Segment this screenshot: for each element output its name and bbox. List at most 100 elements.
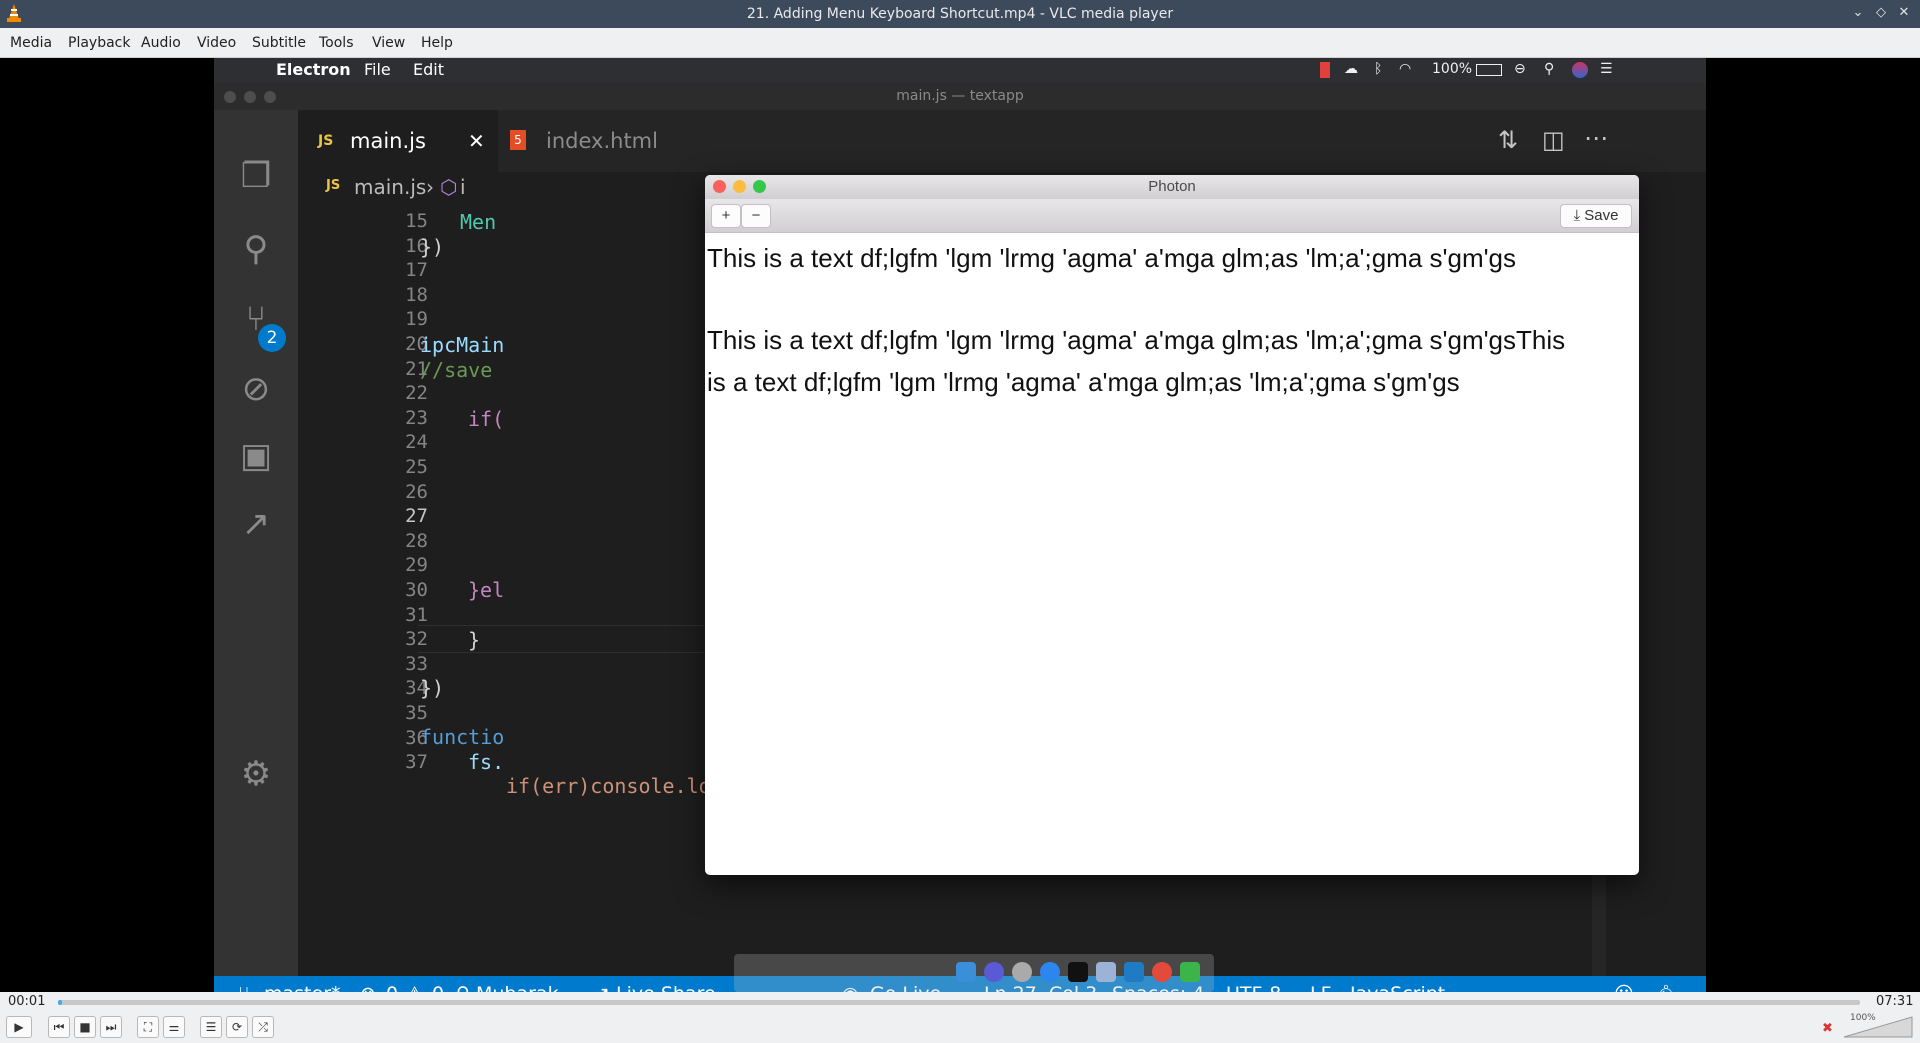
warning-count[interactable]: 0 [432, 983, 444, 992]
play-button[interactable]: ▶ [6, 1016, 32, 1038]
live-share-button[interactable]: Live Share [616, 983, 716, 992]
seek-slider[interactable] [58, 1000, 1860, 1005]
line-number: 24 [405, 431, 428, 454]
menu-audio[interactable]: Audio [141, 35, 181, 51]
stop-button[interactable]: ■ [74, 1016, 96, 1038]
menu-media[interactable]: Media [10, 35, 52, 51]
gear-icon[interactable]: ⚙ [232, 750, 280, 798]
line-number: 28 [405, 529, 428, 552]
playlist-button[interactable]: ☰ [200, 1016, 222, 1038]
spotlight-icon: ⚲ [1544, 61, 1555, 77]
safari-icon[interactable] [1040, 962, 1060, 982]
menu-help[interactable]: Help [421, 35, 453, 51]
fullscreen-button[interactable]: ⛶ [137, 1016, 159, 1038]
rocket-icon[interactable] [1012, 962, 1032, 982]
traffic-light-close[interactable] [224, 91, 236, 103]
vlc-controls: ▶ ⏮ ■ ⏭ ⛶ ⚌ ☰ ⟳ ⤮ ✖ 100% [0, 1012, 1920, 1043]
battery-icon [1476, 64, 1502, 76]
do-not-disturb-icon: ⊖ [1514, 61, 1526, 77]
search-icon[interactable]: ⚲ [232, 225, 280, 273]
line-number: 15 [405, 210, 428, 232]
chevron-right-icon: › [426, 175, 434, 199]
extensions-icon[interactable]: ▣ [232, 432, 280, 480]
total-time: 07:31 [1876, 994, 1914, 1009]
photon-close-button[interactable] [713, 180, 726, 193]
bell-icon[interactable]: 🔔︎ [1654, 983, 1678, 992]
tab-index-html[interactable]: 5 index.html [498, 110, 678, 172]
chrome-icon[interactable] [1152, 962, 1172, 982]
terminal-icon[interactable] [1068, 962, 1088, 982]
more-actions-icon[interactable]: ⋯ [1584, 124, 1608, 152]
line-number: 32 [405, 628, 428, 651]
photon-minimize-button[interactable] [733, 180, 746, 193]
zoom-out-button[interactable]: − [741, 204, 771, 228]
text-line-2: This is a text df;lgfm 'lgm 'lrmg 'agma'… [707, 325, 1566, 355]
vlc-seek-row: 00:01 07:31 [0, 992, 1920, 1012]
wifi-icon: ◠ [1399, 61, 1412, 77]
compare-changes-icon[interactable]: ⇅ [1498, 126, 1518, 154]
code-line-36: fs. [468, 750, 505, 774]
line-number: 35 [405, 702, 428, 724]
error-count[interactable]: 0 [386, 983, 398, 992]
feedback-smiley-icon[interactable]: ☺ [1614, 983, 1634, 992]
vscode-dock-icon[interactable] [1124, 962, 1144, 982]
menu-view[interactable]: View [372, 35, 405, 51]
line-number: 33 [405, 652, 428, 675]
close-icon[interactable]: ✕ [1896, 5, 1912, 21]
photon-window: Photon + − ⤓ Save This is a text df;lgfm… [705, 175, 1639, 875]
git-branch[interactable]: master* [264, 983, 341, 992]
code-line-16: }) [420, 235, 445, 259]
minimize-icon[interactable]: ⌄ [1850, 5, 1866, 21]
code-line-22: if( [468, 407, 505, 431]
photon-zoom-button[interactable] [753, 180, 766, 193]
app-icon[interactable] [1180, 962, 1200, 982]
traffic-light-zoom[interactable] [264, 91, 276, 103]
launchpad-icon[interactable] [984, 962, 1004, 982]
save-button[interactable]: ⤓ Save [1560, 204, 1632, 228]
menu-tools[interactable]: Tools [319, 35, 354, 51]
tab-close-icon[interactable]: ✕ [468, 110, 485, 172]
menu-video[interactable]: Video [197, 35, 236, 51]
video-frame: Electron File Edit ☁ ᛒ ◠ 100% ⊖ ⚲ ☰ main… [214, 58, 1706, 992]
mac-menubar: Electron File Edit ☁ ᛒ ◠ 100% ⊖ ⚲ ☰ [214, 58, 1706, 82]
status-user[interactable]: Mubarak [476, 983, 559, 992]
code-line-20: //save [420, 358, 493, 382]
traffic-light-minimize[interactable] [244, 91, 256, 103]
code-line-35: functio [420, 725, 505, 749]
bluetooth-icon: ᛒ [1374, 61, 1383, 77]
extended-settings-button[interactable]: ⚌ [163, 1016, 185, 1038]
line-number: 19 [405, 308, 428, 331]
line-ending[interactable]: LF [1310, 983, 1332, 992]
tab-main-js[interactable]: JS main.js ✕ [298, 110, 498, 172]
menu-subtitle[interactable]: Subtitle [252, 35, 306, 51]
line-number: 18 [405, 283, 428, 306]
language-mode[interactable]: JavaScript [1350, 983, 1445, 992]
explorer-icon[interactable]: ❐ [232, 152, 280, 200]
finder-icon[interactable] [956, 962, 976, 982]
preview-icon[interactable] [1096, 962, 1116, 982]
maximize-icon[interactable]: ◇ [1873, 5, 1889, 21]
video-area[interactable]: Electron File Edit ☁ ᛒ ◠ 100% ⊖ ⚲ ☰ main… [0, 58, 1920, 992]
mac-menu-edit: Edit [413, 60, 444, 79]
error-icon: ⊗ [360, 983, 376, 992]
volume-level: 100% [1850, 1013, 1876, 1023]
mute-icon[interactable]: ✖ [1822, 1021, 1833, 1036]
breadcrumb-file[interactable]: main.js [354, 175, 426, 199]
split-editor-icon[interactable]: ◫ [1542, 126, 1565, 154]
zoom-in-button[interactable]: + [711, 204, 741, 228]
code-line-33: }) [420, 676, 445, 700]
text-editor-area[interactable]: This is a text df;lgfm 'lgm 'lrmg 'agma'… [707, 237, 1635, 403]
breadcrumb-symbol[interactable]: i [460, 175, 466, 199]
previous-button[interactable]: ⏮ [48, 1016, 70, 1038]
next-button[interactable]: ⏭ [100, 1016, 122, 1038]
loop-button[interactable]: ⟳ [226, 1016, 248, 1038]
line-number: 36 [405, 726, 428, 749]
debug-icon[interactable]: ⊘ [232, 365, 280, 413]
menu-playback[interactable]: Playback [68, 35, 130, 51]
code-line-29: }el [468, 578, 505, 602]
download-icon: ⤓ [1573, 207, 1581, 224]
shuffle-button[interactable]: ⤮ [252, 1016, 274, 1038]
encoding[interactable]: UTF-8 [1226, 983, 1281, 992]
record-icon [1320, 62, 1330, 78]
live-share-icon[interactable]: ↗ [232, 500, 280, 548]
